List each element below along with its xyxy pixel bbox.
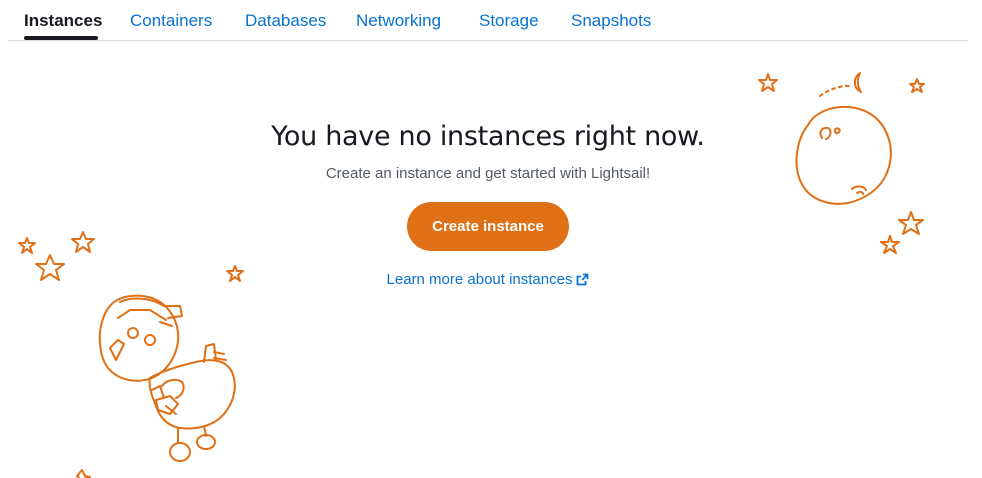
tab-instances[interactable]: Instances — [24, 11, 102, 31]
lightsail-instances-page: Instances Containers Databases Networkin… — [0, 0, 982, 478]
tab-containers[interactable]: Containers — [130, 11, 212, 31]
star-icon — [758, 73, 778, 92]
learn-more-link[interactable]: Learn more about instances — [387, 271, 590, 288]
learn-more-link-row: Learn more about instances — [0, 270, 976, 290]
tab-bar: Instances Containers Databases Networkin… — [8, 0, 968, 41]
star-icon — [880, 235, 900, 254]
robot-astronaut-illustration — [98, 294, 236, 462]
create-instance-button[interactable]: Create instance — [407, 202, 569, 251]
tab-snapshots[interactable]: Snapshots — [571, 11, 651, 31]
star-icon — [76, 469, 91, 478]
active-tab-indicator — [24, 36, 98, 40]
tab-databases[interactable]: Databases — [245, 11, 326, 31]
external-link-icon — [577, 273, 589, 286]
star-icon — [898, 211, 924, 235]
tab-networking[interactable]: Networking — [356, 11, 441, 31]
empty-state-subline: Create an instance and get started with … — [325, 165, 651, 182]
empty-state-headline: You have no instances right now. — [271, 121, 705, 152]
star-icon — [18, 237, 36, 254]
star-icon — [909, 78, 925, 93]
star-icon — [71, 231, 95, 253]
learn-more-link-label: Learn more about instances — [386, 271, 573, 288]
tab-storage[interactable]: Storage — [479, 11, 539, 31]
